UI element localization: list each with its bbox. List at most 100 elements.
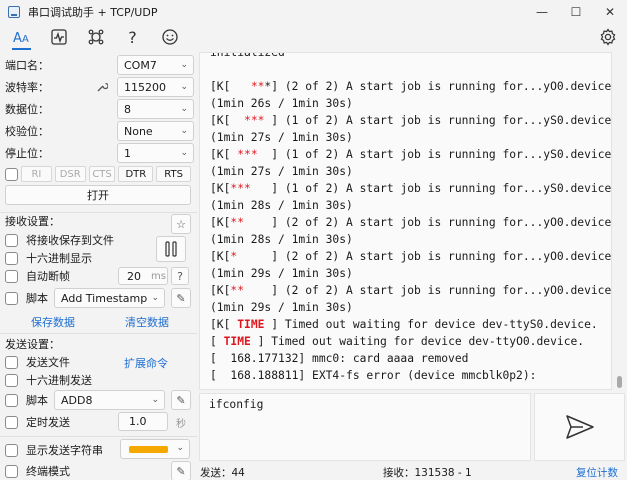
log-line: (1min 28s / 1min 30s)	[210, 197, 611, 214]
waveform-tab[interactable]	[40, 24, 77, 50]
signal-checkbox[interactable]	[5, 167, 18, 181]
log-scroll-thumb[interactable]	[617, 376, 622, 388]
toolbar: A A ?	[0, 24, 627, 50]
color-swatch	[129, 446, 168, 453]
send-script-checkbox[interactable]	[5, 393, 18, 407]
dsr-button[interactable]: DSR	[54, 166, 86, 182]
port-value: COM7	[124, 58, 157, 72]
auto-frame-help-button[interactable]: ?	[171, 267, 189, 285]
cts-button[interactable]: CTS	[88, 166, 116, 182]
log-text: ] (1 of 2) A start job is running for...…	[264, 114, 612, 127]
send-file-label: 发送文件	[26, 356, 70, 369]
ri-button[interactable]: RI	[21, 166, 52, 182]
timed-send-checkbox[interactable]	[5, 415, 18, 429]
stopbits-label: 停止位：	[5, 147, 49, 160]
log-text: ] (2 of 2) A start job is running for...…	[237, 250, 612, 263]
reset-count-link[interactable]: 复位计数	[576, 465, 618, 480]
stopbits-value: 1	[124, 146, 131, 160]
settings-panel: 端口名： COM7 ⌄ 波特率： 115200 ⌄ 数据位： 8 ⌄ 校验位： Non…	[0, 52, 197, 480]
terminal-edit-icon[interactable]: ✎	[171, 461, 191, 480]
databits-select[interactable]: 8 ⌄	[117, 99, 194, 119]
receive-script-edit-icon[interactable]: ✎	[171, 288, 191, 308]
receive-log[interactable]: initialized [K[ ***] (2 of 2) A start jo…	[199, 52, 612, 390]
plugin-tab[interactable]	[77, 24, 114, 50]
log-line: [K[ ***] (2 of 2) A start job is running…	[210, 78, 611, 95]
port-select[interactable]: COM7 ⌄	[117, 55, 194, 75]
log-line: [K[*** ] (1 of 2) A start job is running…	[210, 180, 611, 197]
baud-select[interactable]: 115200 ⌄	[117, 77, 194, 97]
log-text: [K[	[210, 80, 251, 93]
open-button[interactable]: 打开	[5, 185, 191, 205]
send-input[interactable]: ifconfig	[199, 393, 531, 461]
terminal-mode-checkbox[interactable]	[5, 464, 18, 478]
log-line: (1min 26s / 1min 30s)	[210, 95, 611, 112]
log-line: (1min 28s / 1min 30s)	[210, 231, 611, 248]
chevron-down-icon: ⌄	[180, 104, 188, 114]
hex-display-checkbox[interactable]	[5, 251, 18, 265]
pause-icon	[165, 241, 177, 257]
window-title: 串口调试助手 + TCP/UDP	[28, 6, 158, 19]
log-line: [K[ *** ] (1 of 2) A start job is runnin…	[210, 112, 611, 129]
hex-send-checkbox[interactable]	[5, 373, 18, 387]
log-text: [K[	[210, 182, 231, 195]
chevron-down-icon: ⌄	[180, 126, 188, 136]
auto-frame-input[interactable]: 20 ms	[118, 267, 168, 285]
help-tab[interactable]: ?	[114, 24, 151, 50]
clear-data-link[interactable]: 清空数据	[125, 314, 169, 330]
send-input-value: ifconfig	[209, 398, 264, 411]
log-text: [K[	[210, 148, 238, 161]
send-script-label: 脚本	[26, 394, 48, 407]
text-view-tab[interactable]: A A	[3, 24, 40, 50]
settings-gear-icon[interactable]	[599, 28, 617, 46]
plugin-icon	[88, 29, 103, 45]
log-scrollbar[interactable]	[614, 52, 625, 390]
send-file-checkbox[interactable]	[5, 355, 18, 369]
log-highlight: **	[230, 284, 245, 297]
log-line: [ 168.188811] EXT4-fs error (device mmcb…	[210, 367, 611, 384]
wrench-icon[interactable]	[96, 81, 108, 93]
parity-select[interactable]: None ⌄	[117, 121, 194, 141]
color-picker[interactable]: ⌄	[120, 439, 190, 459]
log-text: ] (1 of 2) A start job is running for...…	[250, 182, 612, 195]
pause-button[interactable]	[156, 236, 186, 262]
dtr-button[interactable]: DTR	[118, 166, 154, 182]
databits-label: 数据位：	[5, 103, 49, 116]
log-text: ] (1 of 2) A start job is running for...…	[257, 148, 612, 161]
log-text: ] (2 of 2) A start job is running for...…	[244, 216, 612, 229]
minimize-button[interactable]: —	[525, 0, 559, 24]
timed-send-value: 1.0	[129, 415, 147, 428]
log-line: [ 168.177132] mmc0: card aaaa removed	[210, 350, 611, 367]
timed-send-input[interactable]: 1.0	[118, 412, 168, 431]
auto-frame-unit: ms	[151, 270, 166, 282]
log-text: ] Timed out waiting for device dev-ttyO0…	[250, 335, 585, 348]
receive-script-select[interactable]: Add Timestamp ⌄	[54, 288, 165, 308]
save-to-file-checkbox[interactable]	[5, 233, 18, 247]
auto-frame-checkbox[interactable]	[5, 269, 18, 283]
auto-frame-value: 20	[127, 269, 141, 283]
signal-row: RI DSR CTS DTR RTS	[5, 166, 192, 182]
rts-button[interactable]: RTS	[156, 166, 192, 182]
maximize-button[interactable]: ☐	[559, 0, 593, 24]
log-text: [K[	[210, 284, 231, 297]
log-text: [ 168.177132] mmc0: card aaaa removed	[210, 352, 469, 365]
chevron-down-icon: ⌄	[151, 395, 159, 405]
stopbits-select[interactable]: 1 ⌄	[117, 143, 194, 163]
receive-script-checkbox[interactable]	[5, 291, 18, 305]
close-button[interactable]: ✕	[593, 0, 627, 24]
log-line: (1min 29s / 1min 30s)	[210, 265, 611, 282]
chevron-down-icon: ⌄	[180, 82, 188, 92]
log-line: [ TIME ] Timed out waiting for device de…	[210, 333, 611, 350]
text-view-icon: A A	[13, 31, 29, 46]
send-button[interactable]	[534, 393, 625, 461]
send-script-select[interactable]: ADD8 ⌄	[54, 390, 165, 410]
show-send-string-checkbox[interactable]	[5, 443, 18, 457]
send-script-edit-icon[interactable]: ✎	[171, 390, 191, 410]
log-line: [K[ TIME ] Timed out waiting for device …	[210, 316, 611, 333]
extend-command-link[interactable]: 扩展命令	[124, 355, 168, 371]
send-section-title: 发送设置：	[5, 338, 60, 351]
save-data-link[interactable]: 保存数据	[31, 314, 75, 330]
save-to-file-label: 将接收保存到文件	[26, 234, 114, 247]
emoji-tab[interactable]	[151, 24, 188, 50]
svg-text:A: A	[22, 34, 29, 45]
log-text: (1min 28s / 1min 30s)	[210, 199, 353, 212]
